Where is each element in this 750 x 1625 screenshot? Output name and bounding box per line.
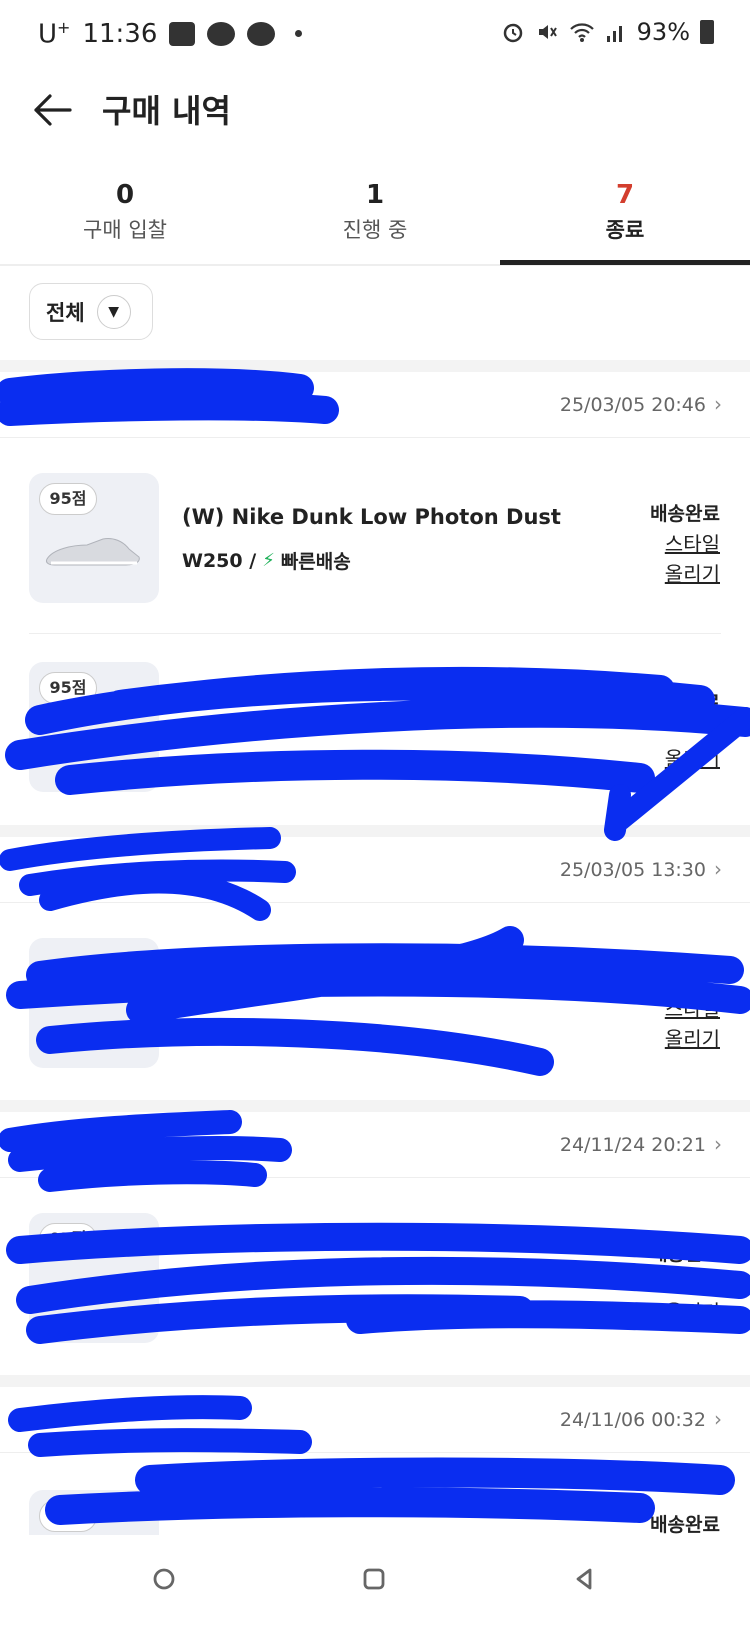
- order-item[interactable]: 스타일 올리기: [0, 910, 750, 1100]
- signal-icon: [606, 26, 622, 42]
- back-arrow-icon: [34, 94, 72, 126]
- chevron-down-icon: ▼: [96, 294, 131, 329]
- product-size: W250 /: [182, 549, 257, 572]
- back-nav-button[interactable]: [562, 1557, 606, 1601]
- tab-in-progress[interactable]: 1 진행 중: [250, 180, 500, 244]
- page-title: 구매 내역: [102, 92, 231, 130]
- battery-percent: 93%: [636, 18, 690, 46]
- chevron-right-icon: ›: [714, 1132, 722, 1156]
- mute-icon: [538, 25, 557, 39]
- section-divider: [0, 825, 750, 837]
- post-style-link[interactable]: 올리기: [650, 744, 720, 774]
- product-thumbnail: 95: [29, 1490, 159, 1535]
- recents-button[interactable]: [352, 1557, 396, 1601]
- chevron-right-icon: ›: [714, 1407, 722, 1431]
- system-nav-bar: [0, 1535, 750, 1625]
- condition-score-badge: 95점: [39, 483, 97, 515]
- status-left: U+ 11:36: [38, 18, 303, 50]
- gallery-icon: [169, 21, 196, 46]
- carrier-label: U+: [38, 18, 71, 50]
- delivery-status: 배송완료: [650, 1243, 720, 1265]
- tab-count: 1: [365, 180, 385, 210]
- top-app-bar: 구매 내역: [0, 70, 750, 170]
- product-size-line: W250 / ⚡ 빠른배송: [182, 547, 351, 574]
- condition-score-badge: 95점: [39, 672, 97, 704]
- order-date: 24/11/24 20:21: [559, 1134, 706, 1156]
- kakaotalk-icon: [247, 21, 276, 46]
- order-item[interactable]: 95 배송완료: [0, 1460, 750, 1535]
- recents-square-icon: [363, 1568, 385, 1590]
- post-style-link[interactable]: 스타일 올리기: [650, 529, 720, 589]
- order-header[interactable]: 25/03/05 20:46 ›: [0, 372, 750, 438]
- post-style-link[interactable]: 스타일 올리기: [650, 994, 720, 1054]
- product-thumbnail: [29, 938, 159, 1068]
- order-date: 24/11/06 00:32: [559, 1409, 706, 1431]
- alarm-icon: [503, 23, 522, 43]
- home-circle-icon: [153, 1568, 175, 1590]
- filter-label: 전체: [46, 300, 85, 325]
- order-item[interactable]: 95점 (W) Nike Dunk Low Photon Dust W250 /…: [0, 445, 750, 635]
- order-header[interactable]: 24/11/06 00:32 ›: [0, 1387, 750, 1453]
- tab-label: 진행 중: [342, 218, 408, 242]
- product-thumbnail: 95점: [29, 1213, 159, 1343]
- order-item[interactable]: 95점 배송완료 올리기: [0, 1185, 750, 1375]
- chevron-right-icon: ›: [714, 857, 722, 881]
- order-item[interactable]: 95점 배송완료 올리기: [0, 634, 750, 824]
- condition-score-badge: 95: [39, 1500, 97, 1532]
- section-divider: [0, 1100, 750, 1112]
- tab-completed[interactable]: 7 종료: [500, 180, 750, 244]
- shoe-image: [46, 538, 140, 566]
- delivery-status: 배송완료: [650, 692, 720, 714]
- order-date: 25/03/05 13:30: [559, 859, 706, 881]
- post-style-link[interactable]: 올리기: [650, 1297, 720, 1327]
- back-button[interactable]: [30, 88, 74, 132]
- tab-label: 구매 입찰: [83, 218, 167, 242]
- order-header[interactable]: 24/11/24 20:21 ›: [0, 1112, 750, 1178]
- chevron-right-icon: ›: [714, 392, 722, 416]
- battery-icon: [700, 20, 714, 44]
- clock: 11:36: [82, 18, 158, 49]
- chat-icon: [207, 21, 236, 46]
- tab-active-indicator: [500, 260, 750, 265]
- tab-bar: 0 구매 입찰 1 진행 중 7 종료: [0, 170, 750, 266]
- tab-label: 종료: [605, 218, 645, 242]
- back-triangle-icon: [576, 1568, 592, 1590]
- product-thumbnail: 95점: [29, 662, 159, 792]
- condition-score-badge: 95점: [39, 1223, 97, 1255]
- product-name: (W) Nike Dunk Low Photon Dust: [182, 505, 561, 529]
- delivery-status: 배송완료: [650, 1514, 720, 1535]
- delivery-status: 배송완료: [650, 503, 720, 525]
- order-date: 25/03/05 20:46: [559, 394, 706, 416]
- tab-bidding[interactable]: 0 구매 입찰: [0, 180, 250, 244]
- wifi-icon: [569, 23, 594, 42]
- home-button[interactable]: [142, 1557, 186, 1601]
- order-header[interactable]: 25/03/05 13:30 ›: [0, 837, 750, 903]
- tab-count: 0: [115, 180, 135, 210]
- tab-count: 7: [615, 180, 635, 210]
- product-thumbnail: 95점: [29, 473, 159, 603]
- lightning-icon: ⚡: [262, 550, 275, 571]
- status-right: 93%: [501, 18, 714, 46]
- section-divider: [0, 360, 750, 372]
- status-bar: U+ 11:36 93%: [0, 0, 750, 70]
- filter-dropdown[interactable]: 전체 ▼: [29, 283, 153, 340]
- section-divider: [0, 1375, 750, 1387]
- more-notifications-icon: [295, 30, 303, 38]
- delivery-type: 빠른배송: [280, 551, 351, 573]
